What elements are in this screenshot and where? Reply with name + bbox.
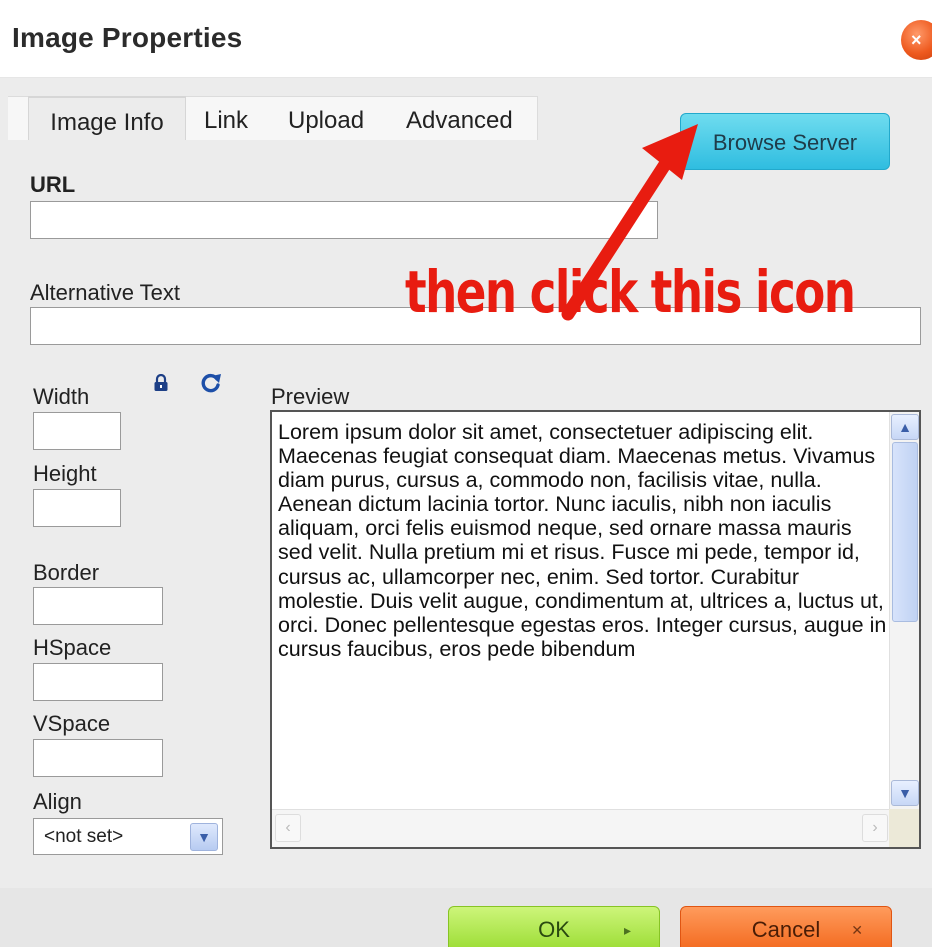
scroll-right-icon[interactable]: › — [862, 814, 888, 842]
dialog-header: Image Properties × — [0, 0, 932, 78]
preview-box: Lorem ipsum dolor sit amet, consectetuer… — [270, 410, 921, 849]
width-input[interactable] — [33, 412, 121, 450]
height-label: Height — [33, 461, 97, 486]
align-select[interactable]: <not set> ▼ — [33, 818, 223, 855]
reset-size-icon[interactable] — [200, 372, 222, 394]
browse-server-button[interactable]: Browse Server — [680, 113, 890, 170]
url-label: URL — [30, 172, 76, 197]
hspace-label: HSpace — [33, 635, 112, 660]
hspace-input[interactable] — [33, 663, 163, 701]
arrow-right-icon: ▸ — [623, 922, 631, 938]
close-icon: ✕ — [851, 922, 863, 938]
ok-button[interactable]: OK ▸ — [448, 906, 660, 947]
border-input[interactable] — [33, 587, 163, 625]
cancel-button[interactable]: Cancel ✕ — [680, 906, 892, 947]
tab-link[interactable]: Link — [204, 96, 264, 140]
lock-icon[interactable] — [153, 374, 169, 392]
align-select-value: <not set> — [44, 826, 124, 847]
vspace-input[interactable] — [33, 739, 163, 777]
close-button[interactable]: × — [901, 20, 932, 60]
alternative-text-label: Alternative Text — [30, 280, 181, 305]
align-label: Align — [33, 789, 82, 814]
tab-upload[interactable]: Upload — [288, 96, 378, 140]
preview-label: Preview — [271, 384, 350, 409]
annotation-text: then click this icon — [405, 258, 856, 326]
vspace-label: VSpace — [33, 711, 111, 736]
chevron-down-icon[interactable]: ▼ — [190, 823, 218, 851]
scroll-up-icon[interactable]: ▲ — [891, 414, 919, 440]
horizontal-scrollbar[interactable]: ‹ › — [272, 809, 891, 847]
tab-advanced[interactable]: Advanced — [406, 96, 526, 140]
border-label: Border — [33, 560, 100, 585]
preview-text: Lorem ipsum dolor sit amet, consectetuer… — [278, 420, 887, 661]
tab-image-info[interactable]: Image Info — [28, 96, 186, 140]
height-input[interactable] — [33, 489, 121, 527]
scroll-thumb[interactable] — [892, 442, 918, 622]
dialog-title: Image Properties — [12, 22, 243, 53]
vertical-scrollbar[interactable]: ▲ ▼ — [889, 412, 919, 810]
width-label: Width — [33, 384, 90, 409]
scroll-left-icon[interactable]: ‹ — [275, 814, 301, 842]
scroll-down-icon[interactable]: ▼ — [891, 780, 919, 806]
scroll-corner — [889, 809, 919, 847]
